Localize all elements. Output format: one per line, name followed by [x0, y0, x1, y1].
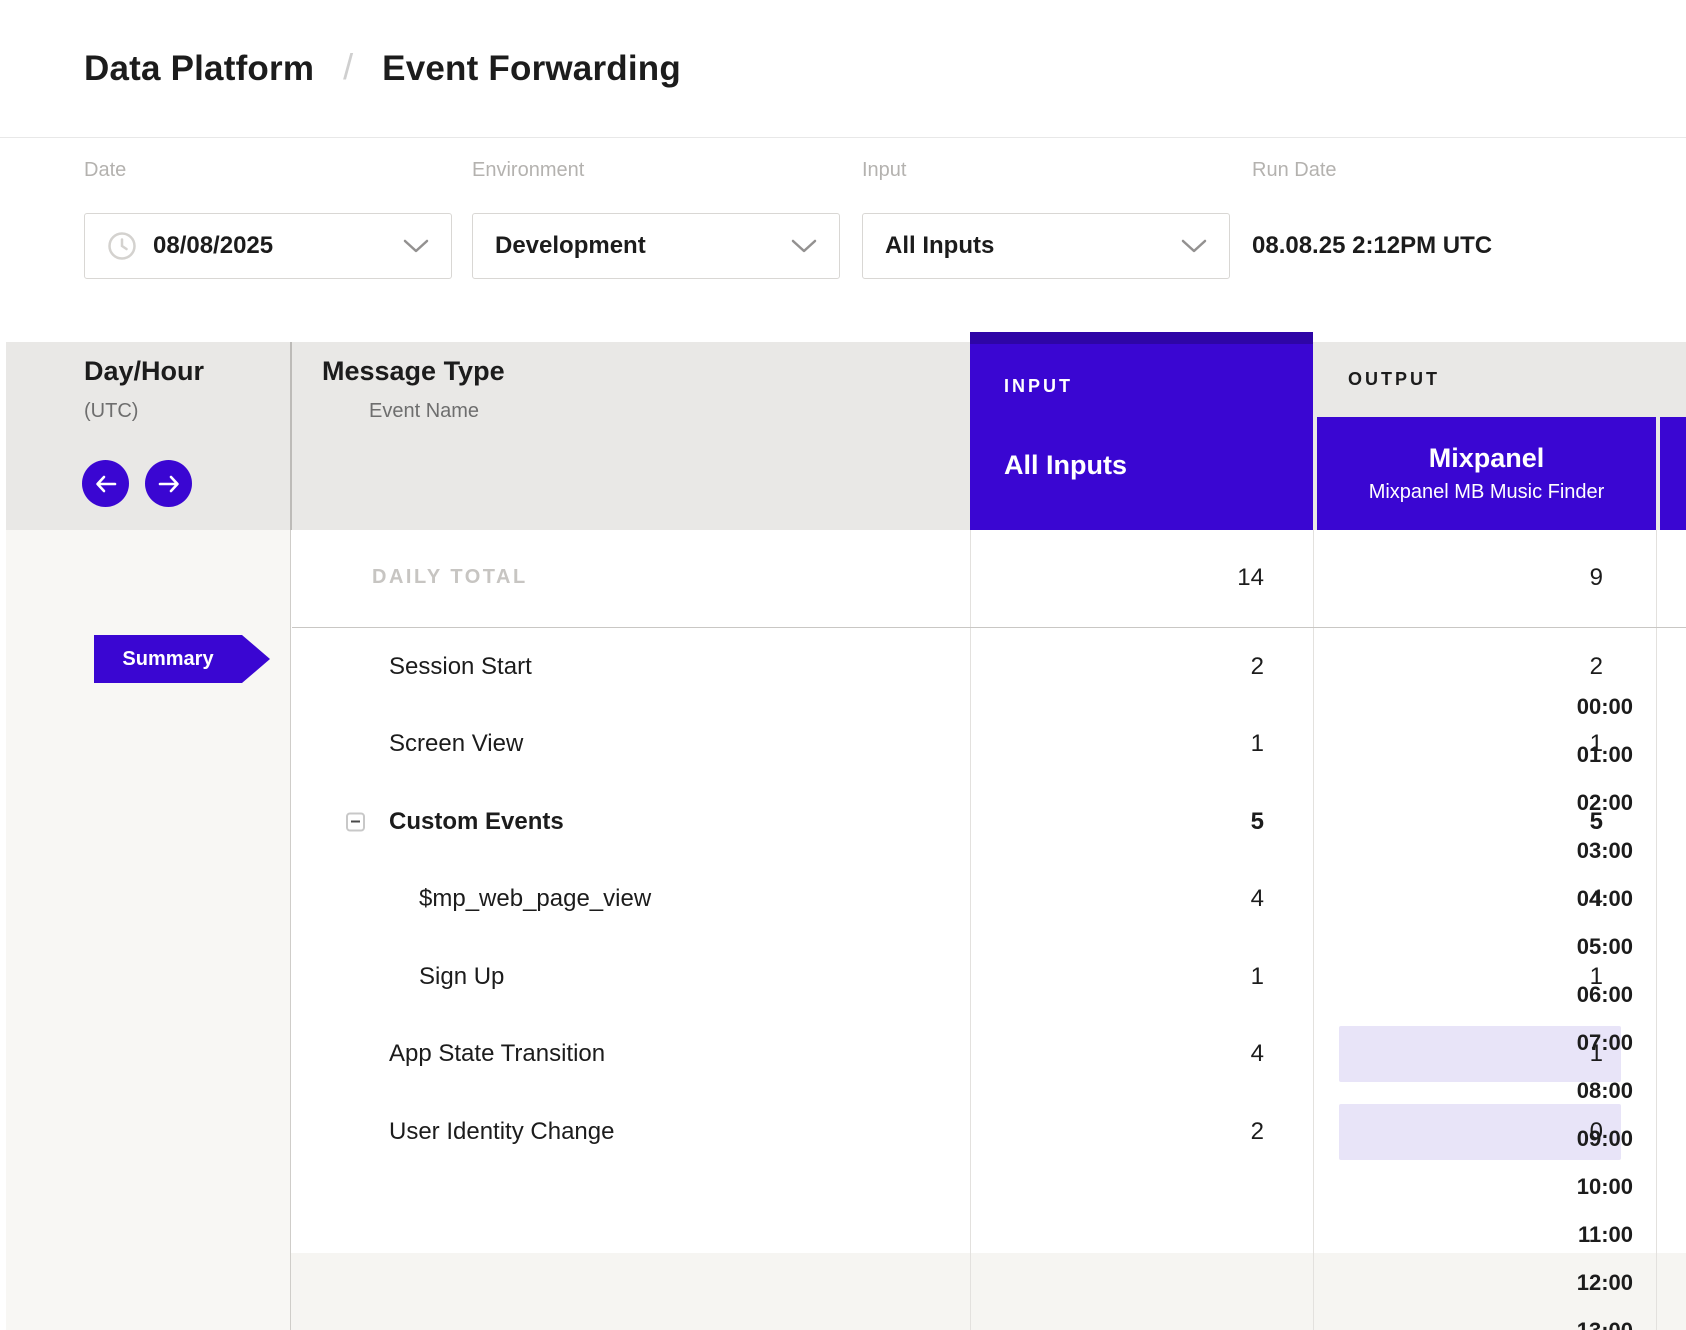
output-column-name: Mixpanel [1429, 443, 1545, 474]
output-group-label: OUTPUT [1348, 369, 1440, 390]
event-name: App State Transition [389, 1040, 605, 1068]
event-forwarding-page: Data Platform / Event Forwarding Date 08… [0, 0, 1686, 1330]
next-day-button[interactable] [145, 460, 192, 507]
table-row: Custom Events 5 5 [292, 783, 1686, 861]
hour-slot[interactable]: 00:00 [1577, 694, 1633, 720]
hour-slot[interactable]: 10:00 [1577, 1174, 1633, 1200]
hour-slot[interactable]: 07:00 [1577, 1030, 1633, 1056]
hour-slot[interactable]: 08:00 [1577, 1078, 1633, 1104]
input-count: 1 [1251, 963, 1264, 991]
clock-icon [107, 231, 137, 261]
event-name: Screen View [389, 730, 523, 758]
table-row: Screen View 1 1 [292, 706, 1686, 784]
day-hour-subtitle: (UTC) [84, 400, 138, 423]
minus-icon [351, 821, 360, 823]
previous-day-button[interactable] [82, 460, 129, 507]
environment-dropdown[interactable]: Development [472, 213, 840, 279]
next-output-column-header[interactable] [1660, 417, 1686, 530]
summary-badge[interactable]: Summary [94, 635, 242, 683]
table-row: Sign Up 1 1 [292, 938, 1686, 1016]
chevron-down-icon [403, 239, 429, 254]
event-name: Session Start [389, 653, 532, 681]
hour-slot[interactable]: 05:00 [1577, 934, 1633, 960]
date-filter-label: Date [84, 158, 452, 182]
day-hour-header: Day/Hour [84, 356, 204, 387]
input-count: 2 [1251, 653, 1264, 681]
hour-slot[interactable]: 13:00 [1577, 1318, 1633, 1330]
date-dropdown[interactable]: 08/08/2025 [84, 213, 452, 279]
event-name: Sign Up [419, 963, 504, 991]
input-value: All Inputs [885, 232, 994, 260]
event-name-subtitle: Event Name [369, 400, 479, 423]
hour-slot[interactable]: 06:00 [1577, 982, 1633, 1008]
breadcrumb-separator: / [343, 46, 353, 88]
daily-total-output-count: 9 [1590, 564, 1603, 592]
collapse-toggle[interactable] [346, 812, 365, 831]
event-rows: Session Start 2 2 Screen View 1 1 Custom… [292, 628, 1686, 1171]
breadcrumb: Data Platform / Event Forwarding [0, 0, 1686, 138]
table-row: $mp_web_page_view 4 4 [292, 861, 1686, 939]
hour-slot[interactable]: 04:00 [1577, 886, 1633, 912]
hour-slot[interactable]: 02:00 [1577, 790, 1633, 816]
input-dropdown[interactable]: All Inputs [862, 213, 1230, 279]
hour-slot[interactable]: 12:00 [1577, 1270, 1633, 1296]
environment-filter: Environment Development [472, 158, 840, 279]
input-count: 5 [1251, 808, 1264, 836]
environment-filter-label: Environment [472, 158, 840, 182]
input-group-label: INPUT [1004, 376, 1073, 397]
output-column-header[interactable]: Mixpanel Mixpanel MB Music Finder [1317, 417, 1656, 530]
environment-value: Development [495, 232, 646, 260]
arrow-right-icon [157, 474, 181, 494]
hour-slot[interactable]: 11:00 [1578, 1222, 1633, 1248]
event-name: User Identity Change [389, 1118, 614, 1146]
output-count: 2 [1590, 653, 1603, 681]
table-footer-band [290, 1253, 1686, 1330]
chevron-down-icon [791, 239, 817, 254]
message-type-header: Message Type [322, 356, 505, 387]
event-name: $mp_web_page_view [419, 885, 651, 913]
hour-slot[interactable]: 09:00 [1577, 1126, 1633, 1152]
daily-total-input-count: 14 [1237, 564, 1264, 592]
input-column-name: All Inputs [1004, 450, 1127, 481]
input-count: 4 [1251, 885, 1264, 913]
date-value: 08/08/2025 [153, 232, 273, 260]
table-row: App State Transition 4 1 [292, 1016, 1686, 1094]
table-row: User Identity Change 2 0 [292, 1093, 1686, 1171]
header-column-divider [290, 342, 292, 530]
breadcrumb-parent[interactable]: Data Platform [84, 49, 314, 89]
chevron-down-icon [1181, 239, 1207, 254]
arrow-left-icon [94, 474, 118, 494]
sidebar-divider [290, 530, 291, 1330]
table-row: Session Start 2 2 [292, 628, 1686, 706]
input-filter-label: Input [862, 158, 1230, 182]
run-date: Run Date 08.08.25 2:12PM UTC [1252, 158, 1492, 279]
output-column-subtitle: Mixpanel MB Music Finder [1369, 481, 1605, 504]
date-filter: Date 08/08/2025 [84, 158, 452, 279]
input-count: 4 [1251, 1040, 1264, 1068]
page-title: Event Forwarding [382, 49, 681, 89]
run-date-label: Run Date [1252, 158, 1492, 182]
input-count: 2 [1251, 1118, 1264, 1146]
event-name: Custom Events [389, 808, 564, 836]
hour-slot[interactable]: 03:00 [1577, 838, 1633, 864]
input-filter: Input All Inputs [862, 158, 1230, 279]
input-column-accent-strip [970, 332, 1313, 344]
hour-slot[interactable]: 01:00 [1577, 742, 1633, 768]
input-column-header[interactable]: INPUT All Inputs [970, 332, 1313, 530]
run-date-value: 08.08.25 2:12PM UTC [1252, 213, 1492, 279]
input-count: 1 [1251, 730, 1264, 758]
daily-total-label: DAILY TOTAL [372, 566, 528, 589]
